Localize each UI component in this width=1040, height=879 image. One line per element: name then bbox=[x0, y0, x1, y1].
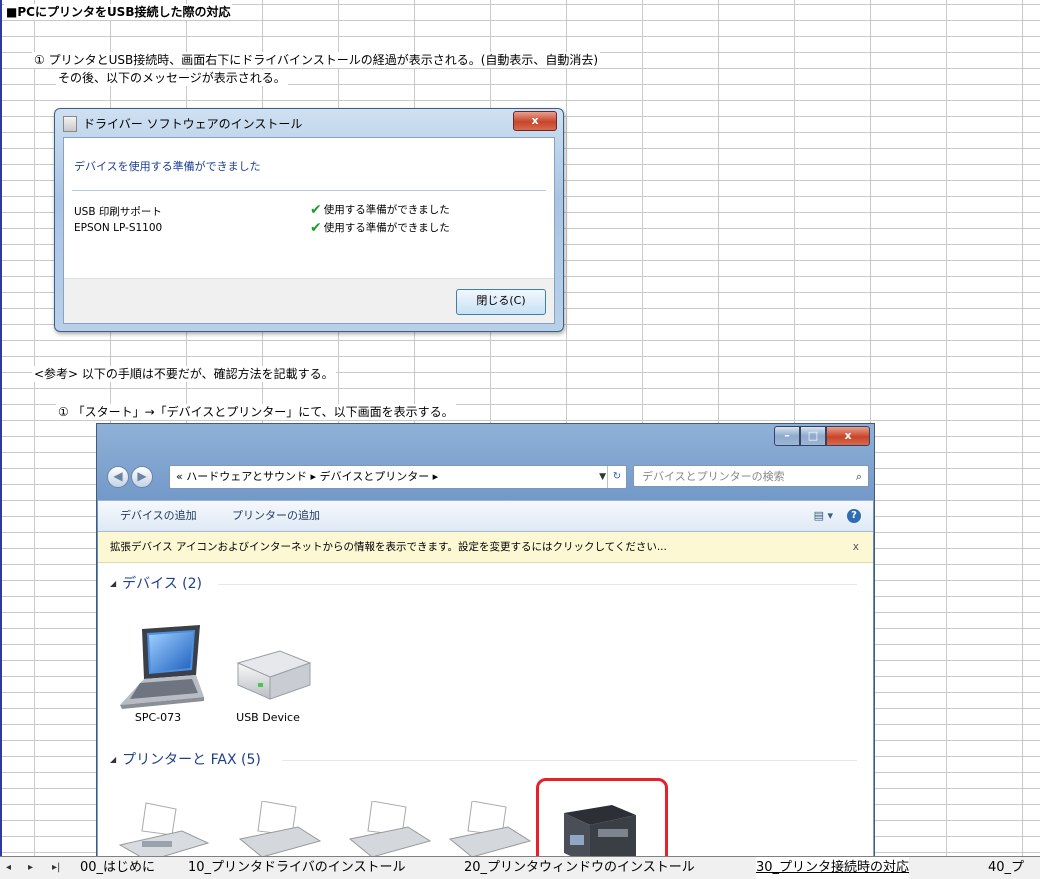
info-bar-close-icon[interactable]: x bbox=[853, 532, 859, 562]
first-sheet-icon[interactable]: ◂ bbox=[6, 857, 11, 879]
printer-icon bbox=[238, 800, 322, 857]
search-placeholder: デバイスとプリンターの検索 bbox=[642, 470, 785, 483]
sheet-tab[interactable]: 20_プリンタウィンドウのインストール bbox=[464, 857, 695, 879]
device-label: SPC-073 bbox=[134, 711, 182, 724]
breadcrumb: « ハードウェアとサウンド ▸ デバイスとプリンター ▸ bbox=[176, 470, 439, 483]
command-bar: デバイスの追加 プリンターの追加 ▤ ▾ ? bbox=[98, 500, 873, 532]
search-icon[interactable]: ⌕ bbox=[856, 466, 862, 488]
device-name: EPSON LP-S1100 bbox=[74, 222, 163, 234]
installer-icon bbox=[63, 115, 77, 132]
add-printer-button[interactable]: プリンターの追加 bbox=[232, 501, 320, 531]
sheet-tab-active[interactable]: 30_プリンタ接続時の対応 bbox=[756, 857, 910, 879]
next-sheet-icon[interactable]: ▸ bbox=[28, 857, 33, 879]
chevron-down-icon[interactable]: ▼ bbox=[599, 466, 606, 488]
refresh-icon[interactable]: ↻ bbox=[607, 466, 626, 488]
minimize-button[interactable]: – bbox=[774, 426, 800, 446]
dialog-body: デバイスを使用する準備ができました USB 印刷サポート ✔ 使用する準備ができ… bbox=[63, 137, 555, 324]
drive-icon bbox=[236, 650, 312, 700]
window-controls: – □ x bbox=[774, 426, 870, 446]
address-row: ◀ ▶ « ハードウェアとサウンド ▸ デバイスとプリンター ▸ ▼ ↻ デバイ… bbox=[97, 460, 874, 492]
search-input[interactable]: デバイスとプリンターの検索 ⌕ bbox=[633, 465, 869, 487]
note-text: <参考> 以下の手順は不要だが、確認方法を記載する。 bbox=[32, 366, 336, 382]
printer-item[interactable] bbox=[332, 800, 432, 857]
close-window-button[interactable]: x bbox=[826, 426, 870, 446]
device-status: ✔ 使用する準備ができました bbox=[310, 220, 450, 235]
device-label: USB Device bbox=[236, 711, 300, 724]
fax-icon bbox=[118, 802, 210, 857]
close-button[interactable]: 閉じる(C) bbox=[456, 289, 546, 315]
group-divider bbox=[282, 760, 857, 761]
sheet-tab[interactable]: 10_プリンタドライバのインストール bbox=[188, 857, 406, 879]
status-text: 使用する準備ができました bbox=[323, 222, 450, 234]
printer-icon bbox=[448, 800, 532, 857]
step1-text: ① プリンタとUSB接続時、画面右下にドライバインストールの経過が表示される。(… bbox=[32, 52, 601, 68]
dialog-heading: デバイスを使用する準備ができました bbox=[74, 160, 261, 173]
step1-text-2: その後、以下のメッセージが表示される。 bbox=[56, 70, 288, 86]
printer-icon bbox=[348, 800, 432, 857]
last-sheet-icon[interactable]: ▸| bbox=[52, 857, 60, 879]
group-header-printers[interactable]: ◢ プリンターと FAX (5) bbox=[110, 749, 261, 769]
add-device-button[interactable]: デバイスの追加 bbox=[120, 501, 197, 531]
step2-text: ① 「スタート」→「デバイスとプリンター」にて、以下画面を表示する。 bbox=[56, 404, 456, 420]
group-label: プリンターと FAX (5) bbox=[122, 752, 261, 768]
expand-icon: ◢ bbox=[110, 754, 117, 764]
sheet-tab[interactable]: 00_はじめに bbox=[80, 857, 155, 879]
dialog-close-button[interactable]: x bbox=[513, 111, 557, 131]
sheet-title: ■PCにプリンタをUSB接続した際の対応 bbox=[4, 4, 233, 20]
laptop-icon bbox=[120, 625, 204, 709]
printer-item[interactable] bbox=[432, 800, 532, 857]
back-icon[interactable]: ◀ bbox=[107, 466, 129, 488]
dialog-title: ドライバー ソフトウェアのインストール bbox=[83, 117, 303, 131]
dialog-footer: 閉じる(C) bbox=[64, 278, 554, 323]
device-list: ◢ デバイス (2) SPC-073 USB Device ◢ プリンターと F… bbox=[98, 563, 873, 857]
device-name: USB 印刷サポート bbox=[74, 206, 162, 218]
devices-printers-window: – □ x ◀ ▶ « ハードウェアとサウンド ▸ デバイスとプリンター ▸ ▼… bbox=[96, 423, 875, 857]
dialog-title-bar: ドライバー ソフトウェアのインストール bbox=[63, 115, 302, 132]
view-options-icon[interactable]: ▤ ▾ bbox=[814, 501, 833, 531]
highlight-box bbox=[536, 778, 668, 857]
device-item[interactable]: SPC-073 bbox=[108, 623, 208, 733]
printer-item[interactable] bbox=[112, 801, 212, 857]
group-label: デバイス (2) bbox=[122, 576, 203, 592]
address-bar[interactable]: « ハードウェアとサウンド ▸ デバイスとプリンター ▸ ▼ ↻ bbox=[169, 465, 627, 489]
group-divider bbox=[218, 584, 857, 585]
sheet-tab-bar: ◂ ▸ ▸| 00_はじめに 10_プリンタドライバのインストール 20_プリン… bbox=[0, 856, 1040, 879]
driver-install-dialog: ドライバー ソフトウェアのインストール x デバイスを使用する準備ができました … bbox=[54, 108, 564, 332]
maximize-button[interactable]: □ bbox=[800, 426, 826, 446]
info-bar-text: 拡張デバイス アイコンおよびインターネットからの情報を表示できます。設定を変更す… bbox=[110, 541, 667, 553]
view-controls: ▤ ▾ ? bbox=[814, 501, 861, 531]
check-icon: ✔ bbox=[310, 219, 322, 236]
device-item[interactable]: USB Device bbox=[218, 623, 318, 733]
divider bbox=[72, 190, 546, 191]
forward-icon[interactable]: ▶ bbox=[131, 466, 153, 488]
device-status: ✔ 使用する準備ができました bbox=[310, 202, 450, 217]
help-icon[interactable]: ? bbox=[847, 509, 861, 523]
group-header-devices[interactable]: ◢ デバイス (2) bbox=[110, 573, 202, 593]
status-text: 使用する準備ができました bbox=[323, 204, 450, 216]
check-icon: ✔ bbox=[310, 201, 322, 218]
printer-item[interactable] bbox=[222, 800, 322, 857]
sheet-tab[interactable]: 40_プ bbox=[988, 857, 1024, 879]
expand-icon: ◢ bbox=[110, 578, 117, 588]
info-bar[interactable]: 拡張デバイス アイコンおよびインターネットからの情報を表示できます。設定を変更す… bbox=[98, 532, 873, 563]
